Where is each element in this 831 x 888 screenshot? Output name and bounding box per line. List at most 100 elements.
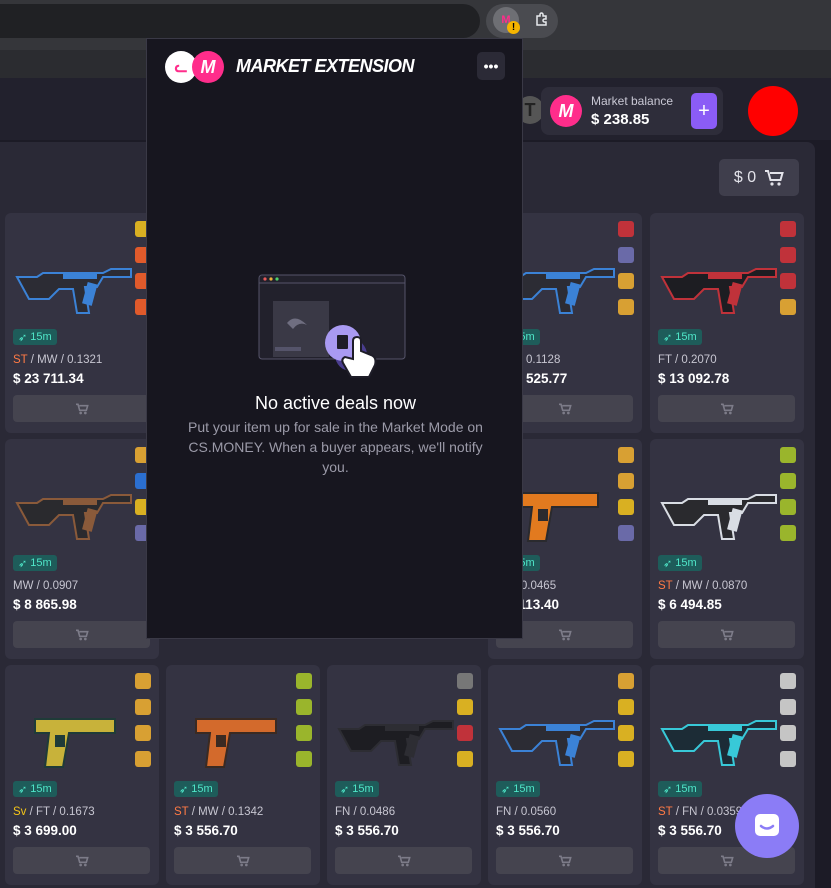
add-to-cart-button[interactable] <box>496 847 633 874</box>
timer-label: 15m <box>513 783 535 795</box>
rocket-icon: ➶ <box>663 331 673 344</box>
sticker-list <box>780 221 798 315</box>
stattrak-tag: ST <box>13 354 28 366</box>
item-price: $ 3 556.70 <box>658 823 722 838</box>
wear-float: FN / 0.0560 <box>496 806 557 818</box>
add-funds-button[interactable]: + <box>691 93 717 129</box>
rocket-icon: ➶ <box>18 783 28 796</box>
balance-label: Market balance <box>591 94 674 108</box>
sticker-list <box>618 673 636 767</box>
cart-icon <box>397 855 411 866</box>
sticker-icon <box>618 473 634 489</box>
stattrak-tag: ST <box>658 580 673 592</box>
item-wear: ST / MW / 0.1342 <box>174 806 263 818</box>
item-wear: MW / 0.0907 <box>13 580 78 592</box>
sticker-icon <box>457 751 473 767</box>
add-to-cart-button[interactable] <box>335 847 472 874</box>
item-card[interactable]: ➶ 15m MW / 0.0907 $ 8 865.98 <box>5 439 159 659</box>
sticker-icon <box>618 299 634 315</box>
rocket-icon: ➶ <box>179 783 189 796</box>
trade-lock-timer: ➶15m <box>174 781 218 797</box>
add-to-cart-button[interactable] <box>13 847 150 874</box>
rocket-icon: ➶ <box>663 783 673 796</box>
avatar[interactable] <box>748 86 798 136</box>
sticker-icon <box>457 725 473 741</box>
address-bar[interactable] <box>0 4 480 38</box>
sticker-list <box>618 447 636 541</box>
sticker-icon <box>618 273 634 289</box>
sticker-icon <box>780 751 796 767</box>
cart-button[interactable]: $ 0 <box>719 159 799 196</box>
item-card[interactable]: ➶ 15m FN / 0.0560 $ 3 556.70 <box>488 665 642 885</box>
weapon-image <box>34 718 116 768</box>
rocket-icon: ➶ <box>501 783 511 796</box>
item-price: $ 23 711.34 <box>13 371 84 386</box>
puzzle-icon[interactable] <box>529 7 555 33</box>
more-menu-button[interactable]: ••• <box>477 52 505 80</box>
cart-icon <box>720 629 734 640</box>
wear-float: / MW / 0.1321 <box>27 354 103 366</box>
sticker-icon <box>780 247 796 263</box>
rocket-icon: ➶ <box>18 331 28 344</box>
weapon-image <box>660 494 777 540</box>
item-wear: FN / 0.0560 <box>496 806 556 818</box>
sticker-icon <box>296 751 312 767</box>
add-to-cart-button[interactable] <box>174 847 311 874</box>
sticker-list <box>618 221 636 315</box>
item-card[interactable]: ➶ 15m ST / MW / 0.0870 $ 6 494.85 <box>650 439 804 659</box>
sticker-icon <box>135 673 151 689</box>
sticker-list <box>780 673 798 767</box>
add-to-cart-button[interactable] <box>658 621 795 648</box>
item-price: $ 3 556.70 <box>496 823 560 838</box>
trade-lock-timer: ➶15m <box>658 781 702 797</box>
add-to-cart-button[interactable] <box>13 621 150 648</box>
item-wear: ST / MW / 0.0870 <box>658 580 747 592</box>
stattrak-tag: ST <box>658 806 673 818</box>
item-card[interactable]: ➶ 15m Sv / FT / 0.1673 $ 3 699.00 <box>5 665 159 885</box>
empty-state-title: No active deals now <box>254 393 417 413</box>
trade-lock-timer: ➶15m <box>658 555 702 571</box>
timer-label: 15m <box>675 783 697 795</box>
item-price: $ 13 092.78 <box>658 371 730 386</box>
cart-icon <box>765 169 784 186</box>
empty-state-description: Put your item up for sale in the Market … <box>188 419 483 475</box>
weapon-image <box>498 720 615 766</box>
stattrak-tag: Sv <box>13 806 27 818</box>
trade-lock-timer: ➶15m <box>13 329 57 345</box>
item-price: $ 8 865.98 <box>13 597 77 612</box>
cart-icon <box>75 855 89 866</box>
sticker-icon <box>780 499 796 515</box>
sticker-icon <box>457 673 473 689</box>
add-to-cart-button[interactable] <box>658 395 795 422</box>
item-card[interactable]: ➶ 15m ST / MW / 0.1321 $ 23 711.34 <box>5 213 159 433</box>
cart-icon <box>558 403 572 414</box>
sticker-icon <box>618 699 634 715</box>
item-wear: ST / FN / 0.0359 <box>658 806 742 818</box>
weapon-image <box>15 268 132 314</box>
popup-title: MARKET EXTENSION <box>236 56 415 76</box>
chat-button[interactable] <box>735 794 799 858</box>
item-card[interactable]: ➶ 15m FN / 0.0486 $ 3 556.70 <box>327 665 481 885</box>
cart-icon <box>558 855 572 866</box>
item-card[interactable]: ➶ 15m FT / 0.2070 $ 13 092.78 <box>650 213 804 433</box>
item-wear: FT / 0.2070 <box>658 354 717 366</box>
cart-total: $ 0 <box>733 168 757 186</box>
item-card[interactable]: ➶ 15m ST / MW / 0.1342 $ 3 556.70 <box>166 665 320 885</box>
sticker-icon <box>296 699 312 715</box>
sticker-icon <box>135 751 151 767</box>
timer-label: 15m <box>191 783 213 795</box>
sticker-icon <box>457 699 473 715</box>
timer-label: 15m <box>30 331 52 343</box>
rocket-icon: ➶ <box>340 783 350 796</box>
warning-badge-icon: ! <box>507 21 520 34</box>
market-balance[interactable]: M Market balance $ 238.85 + <box>541 87 723 135</box>
wear-float: FT / 0.2070 <box>658 354 717 366</box>
timer-label: 15m <box>675 331 697 343</box>
add-to-cart-button[interactable] <box>13 395 150 422</box>
timer-label: 15m <box>352 783 374 795</box>
sticker-icon <box>618 673 634 689</box>
item-wear: Sv / FT / 0.1673 <box>13 806 95 818</box>
sticker-icon <box>296 673 312 689</box>
item-price: $ 3 699.00 <box>13 823 77 838</box>
item-price: $ 3 556.70 <box>174 823 238 838</box>
